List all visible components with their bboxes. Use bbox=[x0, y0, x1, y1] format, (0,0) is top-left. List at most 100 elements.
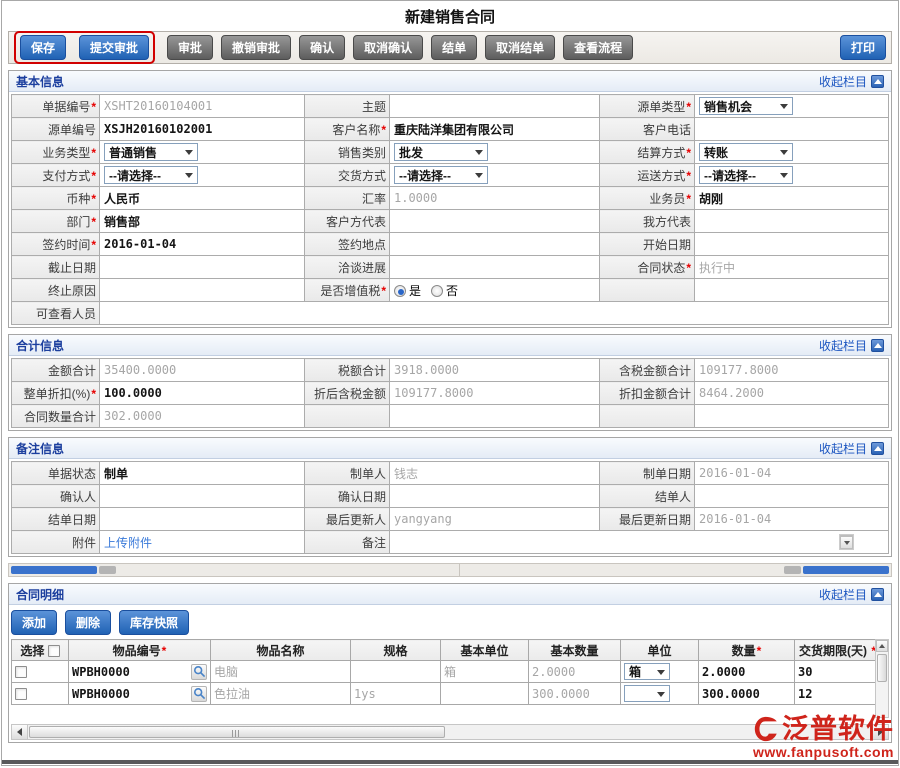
scrollbar-segment[interactable] bbox=[784, 566, 801, 574]
item-spec-cell[interactable]: 1ys bbox=[351, 683, 441, 705]
label-text: 开始日期 bbox=[643, 238, 691, 252]
discount-amount-label: 折扣金额合计 bbox=[600, 382, 695, 405]
sign-time-field[interactable]: 2016-01-04 bbox=[100, 233, 305, 256]
collapse-link[interactable]: 收起栏目 bbox=[819, 586, 884, 603]
cancel-close-order-button[interactable]: 取消结单 bbox=[485, 35, 555, 60]
collapse-up-icon[interactable] bbox=[871, 75, 884, 88]
cust-rep-field[interactable] bbox=[390, 210, 600, 233]
label-text: 合同状态 bbox=[637, 261, 685, 275]
item-spec-cell[interactable] bbox=[351, 661, 441, 683]
days-cell[interactable]: 30 bbox=[795, 661, 881, 683]
revoke-approval-button[interactable]: 撤销审批 bbox=[221, 35, 291, 60]
collapse-up-icon[interactable] bbox=[871, 339, 884, 352]
sale-class-select[interactable]: 批发 bbox=[394, 143, 488, 161]
phone-field[interactable] bbox=[695, 118, 889, 141]
required-mark: * bbox=[757, 644, 762, 658]
scrollbar-segment[interactable] bbox=[99, 566, 116, 574]
terminate-field[interactable] bbox=[100, 279, 305, 302]
salesman-label: 业务员* bbox=[600, 187, 695, 210]
left-panel-scrollbar[interactable] bbox=[9, 564, 460, 576]
discount-pct-field[interactable]: 100.0000 bbox=[100, 382, 305, 405]
label-text: 洽谈进展 bbox=[338, 261, 386, 275]
stock-snapshot-button[interactable]: 库存快照 bbox=[119, 610, 189, 635]
sign-place-field[interactable] bbox=[390, 233, 600, 256]
vat-no-radio[interactable] bbox=[431, 285, 443, 297]
label-text: 销售类别 bbox=[338, 146, 386, 160]
source-type-select[interactable]: 销售机会 bbox=[699, 97, 793, 115]
biz-type-select[interactable]: 普通销售 bbox=[104, 143, 198, 161]
note-textarea[interactable] bbox=[390, 531, 889, 554]
item-code: WPBH0000 bbox=[72, 665, 130, 679]
viewers-field[interactable] bbox=[100, 302, 889, 325]
collapse-link[interactable]: 收起栏目 bbox=[819, 440, 884, 457]
row-checkbox[interactable] bbox=[15, 688, 27, 700]
delete-row-button[interactable]: 删除 bbox=[65, 610, 111, 635]
view-flow-button[interactable]: 查看流程 bbox=[563, 35, 633, 60]
required-mark: * bbox=[91, 215, 96, 229]
detail-row: WPBH0000 电脑 箱 2.0000 箱 2.0000 30 bbox=[12, 661, 881, 683]
detail-table-wrap: 选择 物品编号* 物品名称 规格 基本单位 基本数量 单位 数量* 交货期限(天… bbox=[11, 639, 889, 718]
collapse-up-icon[interactable] bbox=[871, 588, 884, 601]
sale-class-label: 销售类别 bbox=[305, 141, 390, 164]
collapse-link[interactable]: 收起栏目 bbox=[819, 73, 884, 90]
note-scrollbar[interactable] bbox=[839, 534, 854, 550]
doc-status-field: 制单 bbox=[100, 462, 305, 485]
subject-field[interactable] bbox=[390, 95, 600, 118]
source-no-field[interactable]: XSJH20160102001 bbox=[100, 118, 305, 141]
col-label: 物品名称 bbox=[256, 644, 304, 658]
col-label: 基本单位 bbox=[460, 644, 508, 658]
item-code-cell[interactable]: WPBH0000 bbox=[69, 661, 211, 683]
transport-select[interactable]: --请选择-- bbox=[699, 166, 793, 184]
table-row: 确认人 确认日期 结单人 bbox=[12, 485, 889, 508]
scroll-up-icon[interactable] bbox=[876, 640, 888, 652]
scrollbar-thumb[interactable] bbox=[29, 726, 445, 738]
scroll-down-icon[interactable] bbox=[840, 536, 853, 549]
settle-select[interactable]: 转账 bbox=[699, 143, 793, 161]
cancel-confirm-button[interactable]: 取消确认 bbox=[353, 35, 423, 60]
unit-select[interactable]: 箱 bbox=[624, 663, 670, 680]
vat-yes-radio[interactable] bbox=[394, 285, 406, 297]
label-text: 源单编号 bbox=[48, 123, 96, 137]
salesman-field[interactable]: 胡刚 bbox=[695, 187, 889, 210]
confirm-button[interactable]: 确认 bbox=[299, 35, 345, 60]
unit-select[interactable] bbox=[624, 685, 670, 702]
close-order-button[interactable]: 结单 bbox=[431, 35, 477, 60]
collapse-label: 收起栏目 bbox=[819, 337, 867, 354]
submit-approval-button[interactable]: 提交审批 bbox=[79, 35, 149, 60]
scrollbar-thumb[interactable] bbox=[877, 654, 887, 682]
collapse-up-icon[interactable] bbox=[871, 442, 884, 455]
dept-field[interactable]: 销售部 bbox=[100, 210, 305, 233]
scrollbar-thumb[interactable] bbox=[803, 566, 889, 574]
upload-attachment-link[interactable]: 上传附件 bbox=[104, 536, 152, 550]
select-value: --请选择-- bbox=[399, 167, 451, 184]
label-text: 部门 bbox=[66, 215, 90, 229]
collapse-link[interactable]: 收起栏目 bbox=[819, 337, 884, 354]
start-date-field[interactable] bbox=[695, 233, 889, 256]
scrollbar-thumb[interactable] bbox=[11, 566, 97, 574]
deliver-select[interactable]: --请选择-- bbox=[394, 166, 488, 184]
qty-cell[interactable]: 2.0000 bbox=[699, 661, 795, 683]
search-icon[interactable] bbox=[191, 664, 207, 680]
save-button[interactable]: 保存 bbox=[20, 35, 66, 60]
row-checkbox[interactable] bbox=[15, 666, 27, 678]
right-panel-scrollbar[interactable] bbox=[460, 564, 891, 576]
our-rep-field[interactable] bbox=[695, 210, 889, 233]
approve-button[interactable]: 审批 bbox=[167, 35, 213, 60]
print-button[interactable]: 打印 bbox=[840, 35, 886, 60]
negotiation-field[interactable] bbox=[390, 256, 600, 279]
select-all-checkbox[interactable] bbox=[48, 645, 60, 657]
search-icon[interactable] bbox=[191, 686, 207, 702]
detail-vertical-scrollbar[interactable] bbox=[875, 639, 889, 718]
add-row-button[interactable]: 添加 bbox=[11, 610, 57, 635]
col-select: 选择 bbox=[12, 640, 69, 661]
customer-field[interactable]: 重庆陆洋集团有限公司 bbox=[390, 118, 600, 141]
pay-select[interactable]: --请选择-- bbox=[104, 166, 198, 184]
section-title: 基本信息 bbox=[16, 73, 64, 90]
scroll-left-icon[interactable] bbox=[12, 725, 28, 739]
qty-cell[interactable]: 300.0000 bbox=[699, 683, 795, 705]
currency-field[interactable]: 人民币 bbox=[100, 187, 305, 210]
days-cell[interactable]: 12 bbox=[795, 683, 881, 705]
item-code-cell[interactable]: WPBH0000 bbox=[69, 683, 211, 705]
qty-value: 300.0000 bbox=[702, 687, 760, 701]
end-date-field[interactable] bbox=[100, 256, 305, 279]
